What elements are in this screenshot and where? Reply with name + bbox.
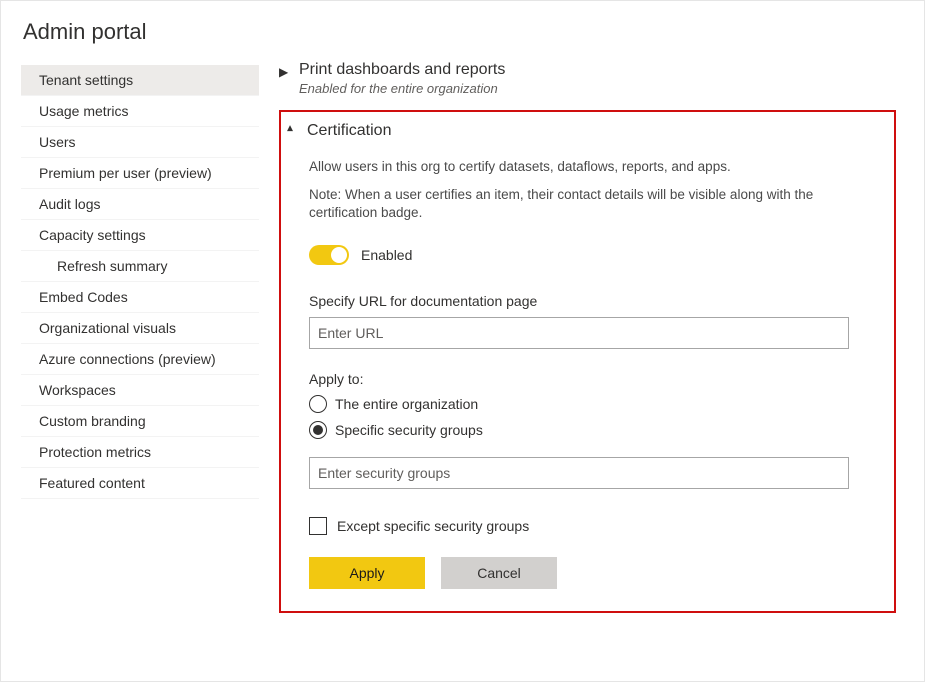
certification-description: Allow users in this org to certify datas… xyxy=(309,158,874,176)
toggle-knob-icon xyxy=(331,247,347,263)
sidebar-item-refresh-summary[interactable]: Refresh summary xyxy=(21,251,259,282)
security-groups-input[interactable] xyxy=(309,457,849,489)
sidebar-item-organizational-visuals[interactable]: Organizational visuals xyxy=(21,313,259,344)
radio-entire-org[interactable]: The entire organization xyxy=(309,395,874,413)
sidebar-item-usage-metrics[interactable]: Usage metrics xyxy=(21,96,259,127)
sidebar-item-capacity-settings[interactable]: Capacity settings xyxy=(21,220,259,251)
caret-right-icon: ▶ xyxy=(279,61,289,79)
main-content: ▶ Print dashboards and reports Enabled f… xyxy=(259,59,924,613)
section-print-title: Print dashboards and reports xyxy=(299,61,505,79)
certification-highlight: ▾ Certification Allow users in this org … xyxy=(279,110,896,613)
documentation-url-input[interactable] xyxy=(309,317,849,349)
sidebar-item-featured-content[interactable]: Featured content xyxy=(21,468,259,499)
sidebar-item-tenant-settings[interactable]: Tenant settings xyxy=(21,65,259,96)
section-print-header[interactable]: ▶ Print dashboards and reports Enabled f… xyxy=(279,61,896,96)
sidebar-item-custom-branding[interactable]: Custom branding xyxy=(21,406,259,437)
page-title: Admin portal xyxy=(1,19,924,59)
sidebar-item-embed-codes[interactable]: Embed Codes xyxy=(21,282,259,313)
sidebar-item-azure-connections[interactable]: Azure connections (preview) xyxy=(21,344,259,375)
cancel-button[interactable]: Cancel xyxy=(441,557,557,589)
section-print-subtitle: Enabled for the entire organization xyxy=(299,81,505,96)
apply-to-label: Apply to: xyxy=(309,371,874,387)
section-certification-title: Certification xyxy=(307,122,391,140)
enabled-toggle[interactable] xyxy=(309,245,349,265)
sidebar-item-audit-logs[interactable]: Audit logs xyxy=(21,189,259,220)
except-groups-checkbox-row[interactable]: Except specific security groups xyxy=(309,517,874,535)
sidebar-item-premium-per-user[interactable]: Premium per user (preview) xyxy=(21,158,259,189)
radio-specific-groups-label: Specific security groups xyxy=(335,422,483,438)
enabled-toggle-label: Enabled xyxy=(361,247,412,263)
apply-button[interactable]: Apply xyxy=(309,557,425,589)
radio-specific-groups[interactable]: Specific security groups xyxy=(309,421,874,439)
certification-note: Note: When a user certifies an item, the… xyxy=(309,186,874,222)
radio-icon xyxy=(309,421,327,439)
checkbox-icon xyxy=(309,517,327,535)
sidebar-item-workspaces[interactable]: Workspaces xyxy=(21,375,259,406)
except-groups-label: Except specific security groups xyxy=(337,518,529,534)
sidebar-item-users[interactable]: Users xyxy=(21,127,259,158)
radio-entire-org-label: The entire organization xyxy=(335,396,478,412)
section-certification-header[interactable]: ▾ Certification xyxy=(287,122,874,140)
caret-down-icon: ▾ xyxy=(287,122,297,136)
sidebar-item-protection-metrics[interactable]: Protection metrics xyxy=(21,437,259,468)
sidebar-nav: Tenant settings Usage metrics Users Prem… xyxy=(1,59,259,613)
radio-icon xyxy=(309,395,327,413)
url-field-label: Specify URL for documentation page xyxy=(309,293,874,309)
